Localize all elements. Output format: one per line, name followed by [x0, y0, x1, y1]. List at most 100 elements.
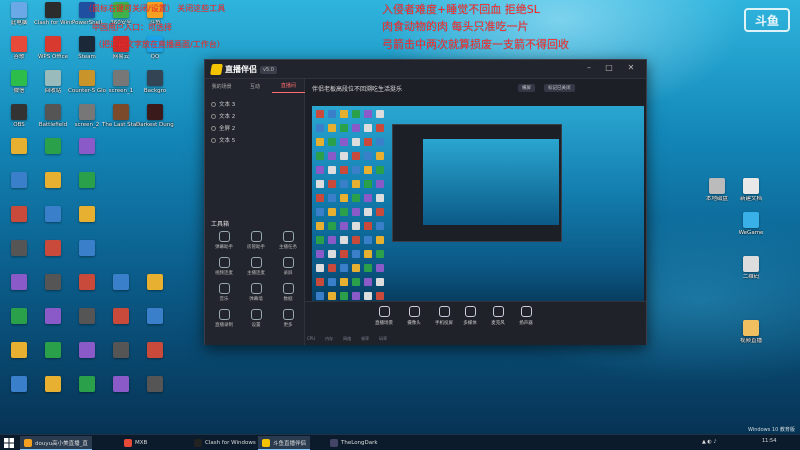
toolbox-item[interactable]: 数据 — [273, 283, 303, 309]
desktop-icon[interactable]: 此电脑 — [2, 2, 36, 40]
desktop-icon[interactable] — [2, 376, 36, 414]
desktop-icon[interactable]: 谷歌 — [2, 36, 36, 74]
toolbox-item[interactable]: 直播录制 — [209, 309, 239, 335]
toolbox-item[interactable]: 视频连麦 — [209, 257, 239, 283]
tab-interact[interactable]: 互动 — [238, 79, 271, 93]
toolbox-item[interactable]: 主播任务 — [273, 231, 303, 257]
os-watermark: Windows 10 教育版 — [748, 427, 795, 433]
scene-item[interactable]: 文本 5 — [211, 135, 235, 145]
toolbox-item[interactable]: 设置 — [241, 309, 271, 335]
desktop-icon[interactable] — [138, 308, 172, 346]
taskbar-app-icon — [262, 438, 270, 447]
toolbox-item[interactable]: 音乐 — [209, 283, 239, 309]
scene-item[interactable]: 文本 3 — [211, 99, 235, 109]
desktop-icon[interactable] — [70, 172, 104, 210]
desktop-icon[interactable] — [2, 308, 36, 346]
taskbar-app[interactable]: 斗鱼直播伴侣 — [258, 436, 311, 450]
desktop-icon[interactable] — [2, 172, 36, 210]
tray-icons[interactable]: ▲ ◐ ♪ — [702, 439, 717, 445]
desktop-icon[interactable]: OBS — [2, 104, 36, 142]
desktop-icon[interactable]: Backgro — [138, 70, 172, 108]
bottom-tool[interactable]: 麦克风 — [485, 306, 511, 334]
mini-desktop-icon — [328, 152, 336, 160]
toolbox-item[interactable]: 弹幕助手 — [209, 231, 239, 257]
maximize-icon[interactable]: □ — [603, 63, 615, 72]
desktop-icon[interactable] — [36, 138, 70, 176]
taskbar-app[interactable]: douyu高小美直播_直 — [20, 436, 92, 450]
desktop-icon[interactable]: 微信 — [2, 70, 36, 108]
bottom-tool[interactable]: 多媒体 — [457, 306, 483, 334]
app-icon — [113, 104, 129, 120]
desktop-icon[interactable]: Counter-S Global OR — [68, 70, 106, 108]
tab-room[interactable]: 直播间 — [271, 79, 305, 93]
desktop-icon[interactable] — [2, 240, 36, 278]
desktop-icon[interactable] — [70, 206, 104, 244]
toolbox-item[interactable]: 录屏 — [273, 257, 303, 283]
toolbox-item[interactable]: 弹幕墙 — [241, 283, 271, 309]
windows-start-icon[interactable] — [4, 438, 14, 448]
mark-chip[interactable]: 标记已关闭 — [544, 84, 575, 92]
desktop-icon[interactable] — [104, 274, 138, 312]
taskbar-app[interactable]: Clash for Windows — [190, 436, 260, 450]
bottom-tool[interactable]: 手机投屏 — [431, 306, 457, 334]
desktop-icon[interactable]: 视频直播 — [734, 320, 768, 358]
desktop-icon[interactable] — [2, 274, 36, 312]
bottom-tool[interactable]: 扬声器 — [513, 306, 539, 334]
taskbar-app[interactable]: TheLongDark — [326, 436, 382, 450]
taskbar-app[interactable]: MXB — [120, 436, 151, 450]
desktop-icon[interactable]: Clash for Windows — [34, 2, 72, 40]
desktop-icon[interactable] — [70, 274, 104, 312]
close-icon[interactable]: ✕ — [625, 63, 637, 72]
toolbox-item[interactable]: 更多 — [273, 309, 303, 335]
desktop-icon[interactable]: WeGame — [734, 212, 768, 250]
desktop-icon[interactable]: WPS Office — [36, 36, 70, 74]
orientation-chip[interactable]: 横屏 — [518, 84, 535, 92]
desktop-icon[interactable]: screen_1 — [104, 70, 138, 108]
bottom-tool[interactable]: 摄像头 — [401, 306, 427, 334]
tab-scenes[interactable]: 我的场景 — [205, 79, 238, 93]
clock[interactable]: 11:54 — [762, 438, 776, 444]
desktop-icon[interactable] — [2, 138, 36, 176]
toolbox-item[interactable]: 主播连麦 — [241, 257, 271, 283]
desktop-icon[interactable] — [36, 240, 70, 278]
desktop-icon[interactable] — [70, 138, 104, 176]
desktop-icon[interactable]: Battlefield — [36, 104, 70, 142]
desktop-icon[interactable] — [104, 376, 138, 414]
desktop-icon[interactable]: 回收站 — [36, 70, 70, 108]
app-icon — [79, 104, 95, 120]
desktop-icon[interactable]: 二维码 — [734, 256, 768, 294]
desktop-icon[interactable] — [36, 308, 70, 346]
scene-item[interactable]: 文本 2 — [211, 111, 235, 121]
desktop-icon[interactable] — [70, 376, 104, 414]
toolbox-item[interactable]: 房管助手 — [241, 231, 271, 257]
mini-desktop-icon — [352, 222, 360, 230]
stream-preview-canvas[interactable] — [312, 106, 644, 316]
mini-desktop-icon — [376, 152, 384, 160]
desktop-icon[interactable] — [36, 342, 70, 380]
desktop-icon[interactable]: 新建文档 — [734, 178, 768, 216]
desktop-icon[interactable] — [138, 376, 172, 414]
desktop-icon[interactable] — [70, 240, 104, 278]
desktop-icon-label: Counter-S Global OR — [68, 88, 106, 94]
desktop-icon[interactable] — [36, 172, 70, 210]
scene-item[interactable]: 全屏 2 — [211, 123, 235, 133]
desktop-icon[interactable] — [36, 376, 70, 414]
app-icon — [113, 70, 129, 86]
desktop-icon[interactable] — [70, 342, 104, 380]
desktop-icon[interactable] — [36, 274, 70, 312]
bottom-tool[interactable]: 直播场景 — [371, 306, 397, 334]
desktop-icon[interactable] — [2, 206, 36, 244]
desktop-icon[interactable]: screen_2 — [70, 104, 104, 142]
desktop-icon[interactable] — [70, 308, 104, 346]
desktop-icon[interactable]: Darkest Dungeon II — [136, 104, 174, 142]
desktop-icon[interactable] — [138, 342, 172, 380]
desktop-icon[interactable]: 本地磁盘 — [700, 178, 734, 216]
desktop-icon[interactable] — [2, 342, 36, 380]
desktop-icon[interactable] — [138, 274, 172, 312]
tool-icon — [282, 283, 294, 294]
desktop-icon[interactable] — [104, 342, 138, 380]
minimize-icon[interactable]: – — [583, 63, 595, 72]
desktop-icon[interactable] — [36, 206, 70, 244]
desktop-icon[interactable]: The Last Stand — [102, 104, 140, 142]
desktop-icon[interactable] — [104, 308, 138, 346]
